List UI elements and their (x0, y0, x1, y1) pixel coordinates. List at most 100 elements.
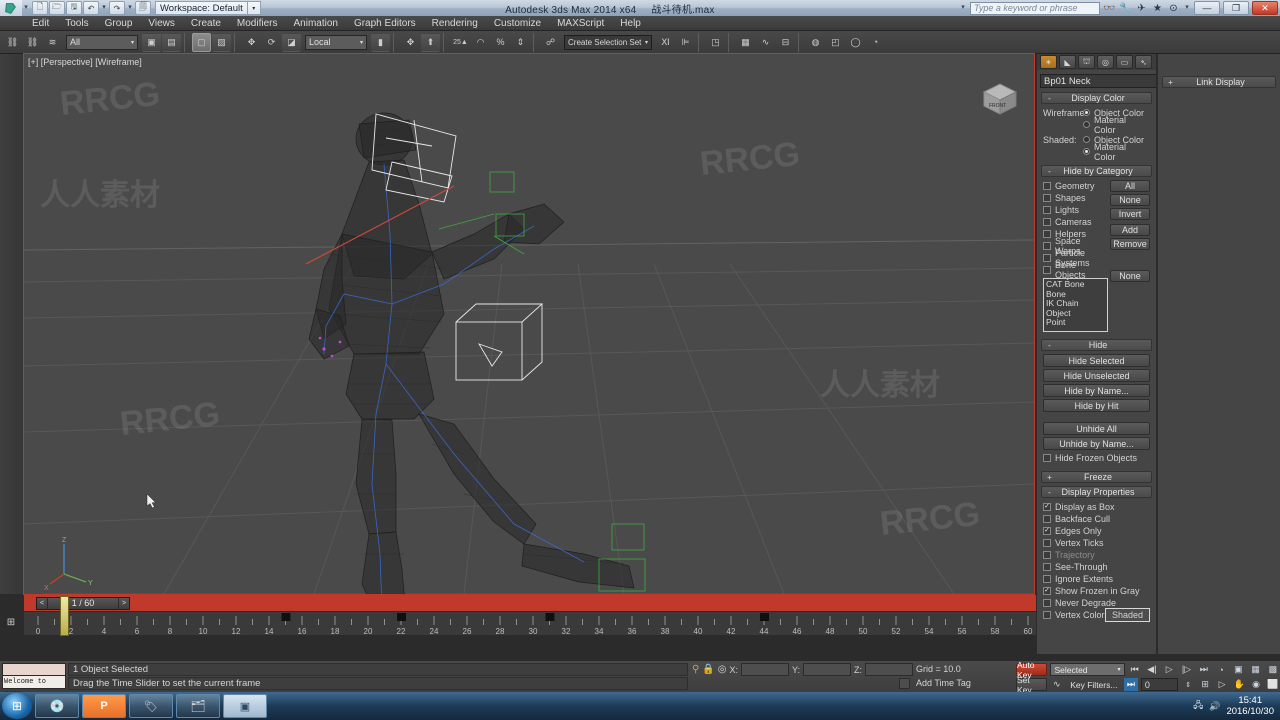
go-to-start-icon[interactable]: ⏮ (1128, 663, 1142, 676)
checkbox-never-degrade[interactable]: Never Degrade (1043, 597, 1150, 608)
select-and-manipulate-icon[interactable]: ✥ (401, 33, 420, 52)
utilities-tab[interactable]: ➴ (1135, 55, 1152, 69)
search-caret-icon[interactable]: ▾ (959, 0, 967, 16)
x-field[interactable] (741, 663, 790, 676)
checkbox-vertex-ticks[interactable]: Vertex Ticks (1043, 537, 1150, 548)
list-item[interactable]: Point (1046, 317, 1105, 328)
hand-pan-icon[interactable]: ✋ (1232, 678, 1246, 691)
maxscript-mini-listener[interactable]: Welcome to MAX! (2, 663, 66, 699)
checkbox-see-through[interactable]: See-Through (1043, 561, 1150, 572)
perspective-viewport[interactable]: [+] [Perspective] [Wireframe] Z Y X FRON… (24, 54, 1034, 594)
taskbar-clock[interactable]: 15:41 2016/10/30 (1226, 695, 1274, 717)
open-mini-curve-editor-icon[interactable]: ⊞ (2, 614, 20, 630)
binoculars-icon[interactable]: 👓 (1103, 3, 1116, 14)
close-button[interactable]: ✕ (1252, 1, 1278, 15)
none-button[interactable]: None (1110, 194, 1150, 206)
zoom-extents-icon[interactable]: ▣ (1231, 663, 1245, 676)
taskbar-app-presentation[interactable]: ▣ (223, 694, 267, 718)
checkbox-trajectory[interactable]: Trajectory (1043, 549, 1150, 560)
volume-icon[interactable]: 🔊 (1209, 701, 1220, 712)
viewport-label[interactable]: [+] [Perspective] [Wireframe] (28, 57, 142, 67)
menu-item-help[interactable]: Help (612, 16, 649, 31)
layer-manager-icon[interactable]: ◳ (706, 33, 725, 52)
unhide-all-button[interactable]: Unhide All (1043, 422, 1150, 435)
zoom-region-icon[interactable]: ◔ (1214, 663, 1228, 676)
isolate-selection-icon[interactable]: ⚲ (692, 664, 699, 675)
named-selection-set-combo[interactable]: Create Selection Set ▾ (564, 34, 652, 50)
checkbox-icon[interactable] (1043, 217, 1051, 226)
rollout-header-display-properties[interactable]: - Display Properties (1041, 486, 1152, 498)
checkbox-show-frozen-in-gray[interactable]: ✓ Show Frozen in Gray (1043, 585, 1150, 596)
select-and-scale-icon[interactable]: ◪ (282, 32, 301, 52)
redo-icon[interactable]: ↷ (109, 1, 125, 15)
rendered-frame-window-icon[interactable]: ◯ (846, 33, 865, 52)
next-frame-button[interactable]: > (118, 596, 129, 610)
percent-snap-toggle-icon[interactable]: % (491, 33, 510, 52)
menu-item-create[interactable]: Create (183, 16, 229, 31)
selection-lock-icon[interactable]: 🔒 (702, 664, 714, 675)
orbit-icon[interactable]: ◉ (1249, 678, 1263, 691)
menu-item-edit[interactable]: Edit (24, 16, 57, 31)
keyboard-shortcut-override-icon[interactable]: ⬆ (421, 32, 440, 52)
listener-output-line[interactable]: Welcome to MAX! (2, 676, 66, 699)
menu-item-views[interactable]: Views (140, 16, 183, 31)
hierarchy-tab[interactable]: ⛫ (1078, 55, 1095, 69)
bind-to-space-warp-icon[interactable]: ≋ (43, 33, 62, 52)
maximize-viewport-icon[interactable]: ⬜ (1266, 678, 1280, 691)
menu-item-graph-editors[interactable]: Graph Editors (346, 16, 424, 31)
use-pivot-point-center-icon[interactable]: ▮ (371, 32, 390, 52)
absolute-relative-toggle-icon[interactable]: ◎ (718, 664, 727, 675)
start-button[interactable]: ⊞ (2, 693, 32, 719)
checkbox-vertex-colors[interactable]: Vertex Colors Shaded (1043, 608, 1150, 622)
shaded-material-color-row[interactable]: Material Color (1043, 142, 1150, 162)
reference-coordinate-combo[interactable]: Local ▾ (305, 34, 367, 50)
checkbox-icon[interactable] (1043, 265, 1051, 274)
rollout-header-freeze[interactable]: + Freeze (1041, 471, 1152, 483)
undo-icon[interactable]: ↶ (83, 1, 99, 15)
view-cube[interactable]: FRONT (976, 78, 1022, 118)
time-configuration-icon[interactable]: ⊞ (1198, 678, 1212, 691)
display-tab[interactable]: ▭ (1116, 55, 1133, 69)
object-name-input[interactable] (1040, 74, 1156, 88)
checkbox-ignore-extents[interactable]: Ignore Extents (1043, 573, 1150, 584)
checkbox-shapes[interactable]: Shapes (1043, 192, 1108, 203)
redo-caret-icon[interactable]: ▾ (126, 0, 134, 16)
track-bar[interactable]: ⊞ 0 2 4 6 8 10 12 14 16 18 20 22 24 26 28 30 32 34 36 38 40 4… (7, 596, 1036, 636)
unhide-by-name-button[interactable]: Unhide by Name... (1043, 437, 1150, 450)
track-bar-playhead[interactable] (60, 596, 69, 636)
help-caret-icon[interactable]: ▾ (1183, 0, 1191, 16)
align-icon[interactable]: ⊫ (676, 33, 695, 52)
compass-icon[interactable]: ✈ (1135, 3, 1148, 14)
taskbar-app-folder[interactable]: 🗂 (176, 694, 220, 718)
current-frame-field[interactable]: 0 (1140, 678, 1179, 691)
star-icon[interactable]: ★ (1151, 3, 1164, 14)
render-setup-icon[interactable]: ◰ (826, 33, 845, 52)
all-button[interactable]: All (1110, 180, 1150, 192)
taskbar-app-powerpoint[interactable]: P (82, 694, 126, 718)
bone-type-listbox[interactable]: CAT Bone Bone IK Chain Object Point (1043, 278, 1108, 332)
rollout-header-display-color[interactable]: - Display Color (1041, 92, 1152, 104)
search-input[interactable]: Type a keyword or phrase (970, 1, 1100, 15)
unlink-selection-icon[interactable]: ⛓ (23, 33, 42, 52)
checkbox-icon[interactable] (1043, 253, 1051, 262)
time-slider[interactable]: < 1 / 60 > (24, 595, 1036, 611)
hide-selected-button[interactable]: Hide Selected (1043, 354, 1150, 367)
listener-input-line[interactable] (2, 663, 66, 676)
radio-icon[interactable] (1083, 148, 1090, 155)
remove-button[interactable]: Remove (1110, 238, 1150, 250)
radio-icon[interactable] (1083, 136, 1090, 143)
checkbox-icon[interactable] (1043, 514, 1051, 523)
taskbar-app-media[interactable]: 💿 (35, 694, 79, 718)
previous-frame-icon[interactable]: ◀| (1145, 663, 1159, 676)
app-menu-caret-icon[interactable]: ▾ (22, 0, 30, 16)
checkbox-icon[interactable] (1043, 229, 1051, 238)
modify-tab[interactable]: ◣ (1059, 55, 1076, 69)
previous-frame-button[interactable]: < (37, 596, 48, 610)
wireframe-material-color-row[interactable]: Material Color (1043, 115, 1150, 135)
rollout-header-hide[interactable]: - Hide (1041, 339, 1152, 351)
checkbox-cameras[interactable]: Cameras (1043, 216, 1108, 227)
add-time-tag-label[interactable]: Add Time Tag (916, 678, 971, 688)
select-and-link-icon[interactable]: ⛓ (3, 33, 22, 52)
checkbox-icon[interactable] (1043, 193, 1051, 202)
go-to-end-icon[interactable]: ⏭ (1197, 663, 1211, 676)
